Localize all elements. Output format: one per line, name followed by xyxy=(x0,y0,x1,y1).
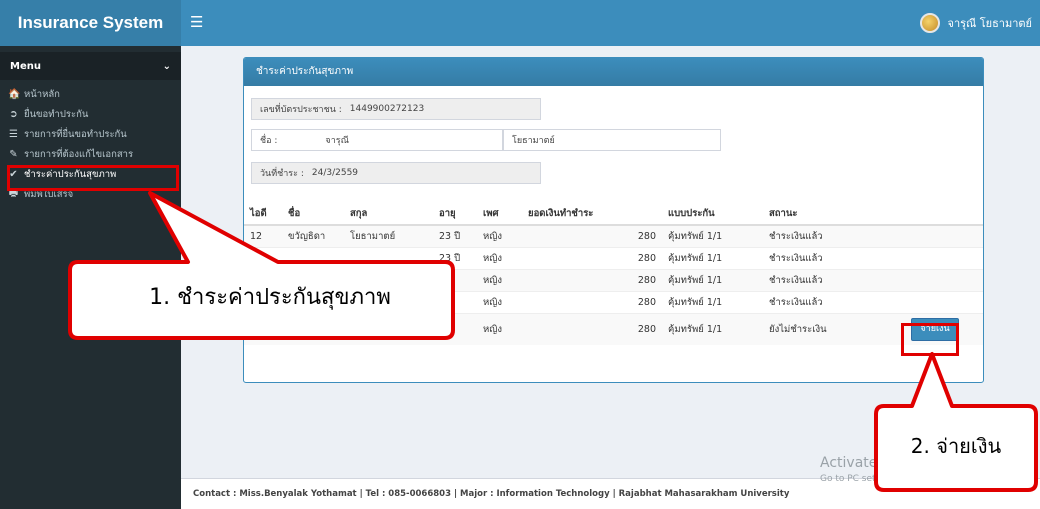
cell-plan: คุ้มทรัพย์ 1/1 xyxy=(662,290,763,313)
user-menu[interactable]: จารุณี โยธามาตย์ xyxy=(919,12,1033,34)
id-card-field: เลขที่บัตรประชาชน : 1449900272123 xyxy=(251,98,541,120)
list-icon: ☰ xyxy=(9,128,18,140)
app-title[interactable]: Insurance System xyxy=(0,0,181,46)
sidebar-item-apply[interactable]: ➲ ยื่นขอทำประกัน xyxy=(0,104,181,124)
footer-contact: Contact : Miss.Benyalak Yothamat | Tel :… xyxy=(193,489,790,499)
home-icon: 🏠 xyxy=(8,88,21,100)
last-name-value: โยธามาตย์ xyxy=(512,136,555,146)
first-name-value: จารุณี xyxy=(325,136,349,146)
avatar xyxy=(919,13,940,33)
cell-status: ชำระเงินแล้ว xyxy=(763,224,891,247)
name-label: ชื่อ : xyxy=(260,136,278,146)
cell-action xyxy=(891,246,983,269)
sidebar-item-home[interactable]: 🏠 หน้าหลัก xyxy=(0,84,181,104)
sidebar-item-applications[interactable]: ☰ รายการที่ยื่นขอทำประกัน xyxy=(0,124,181,144)
sidebar-item-label: หน้าหลัก xyxy=(24,88,60,100)
col-header: ยอดเงินทำชำระ xyxy=(522,203,662,226)
callout-1 xyxy=(68,191,455,340)
payment-date-field: วันที่ชำระ : 24/3/2559 xyxy=(251,162,541,184)
payment-date-value: 24/3/2559 xyxy=(311,168,359,178)
callout-2 xyxy=(874,352,1038,492)
cell-amount: 280 xyxy=(522,268,662,291)
sidebar-item-label: รายการที่ต้องแก้ไขเอกสาร xyxy=(24,148,134,160)
menu-label: Menu xyxy=(10,60,41,72)
cell-action xyxy=(891,268,983,291)
cell-sex: หญิง xyxy=(477,290,522,313)
col-header: แบบประกัน xyxy=(662,203,763,226)
sidebar-item-label: รายการที่ยื่นขอทำประกัน xyxy=(24,128,127,140)
cell-action xyxy=(891,224,983,247)
cell-action xyxy=(891,290,983,313)
sidebar-item-fix-documents[interactable]: ✎ รายการที่ต้องแก้ไขเอกสาร xyxy=(0,144,181,164)
user-name: จารุณี โยธามาตย์ xyxy=(947,17,1033,30)
col-header xyxy=(891,203,983,226)
cell-sex: หญิง xyxy=(477,268,522,291)
cell-amount: 280 xyxy=(522,246,662,269)
col-header: เพศ xyxy=(477,203,522,226)
cell-status: ชำระเงินแล้ว xyxy=(763,268,891,291)
cell-status: ยังไม่ชำระเงิน xyxy=(763,312,891,345)
chevron-down-icon: ⌄ xyxy=(162,60,171,72)
top-navbar: Insurance System ☰ จารุณี โยธามาตย์ xyxy=(0,0,1040,46)
panel-title: ชำระค่าประกันสุขภาพ xyxy=(244,58,983,86)
cell-amount: 280 xyxy=(522,290,662,313)
payment-date-label: วันที่ชำระ : xyxy=(260,169,304,179)
last-name-field: โยธามาตย์ xyxy=(503,129,721,151)
id-card-value: 1449900272123 xyxy=(349,104,425,114)
col-header: สถานะ xyxy=(763,203,891,226)
callout-2-text: 2. จ่ายเงิน xyxy=(910,434,1002,458)
cell-amount: 280 xyxy=(522,312,662,345)
cell-sex: หญิง xyxy=(477,224,522,247)
cell-plan: คุ้มทรัพย์ 1/1 xyxy=(662,246,763,269)
bars-icon[interactable]: ☰ xyxy=(190,14,203,30)
cell-sex: หญิง xyxy=(477,246,522,269)
first-name-field: ชื่อ : จารุณี xyxy=(251,129,503,151)
cell-plan: คุ้มทรัพย์ 1/1 xyxy=(662,224,763,247)
highlight-sidebar-item xyxy=(7,165,179,191)
sidebar-item-label: ยื่นขอทำประกัน xyxy=(24,108,89,120)
menu-header[interactable]: Menu ⌄ xyxy=(0,52,181,80)
sign-in-icon: ➲ xyxy=(9,108,18,120)
cell-status: ชำระเงินแล้ว xyxy=(763,246,891,269)
cell-plan: คุ้มทรัพย์ 1/1 xyxy=(662,268,763,291)
cell-plan: คุ้มทรัพย์ 1/1 xyxy=(662,312,763,345)
cell-sex: หญิง xyxy=(477,312,522,345)
cell-status: ชำระเงินแล้ว xyxy=(763,290,891,313)
edit-icon: ✎ xyxy=(9,148,18,160)
id-card-label: เลขที่บัตรประชาชน : xyxy=(260,105,342,115)
cell-amount: 280 xyxy=(522,224,662,247)
callout-1-text: 1. ชำระค่าประกันสุขภาพ xyxy=(149,285,391,310)
